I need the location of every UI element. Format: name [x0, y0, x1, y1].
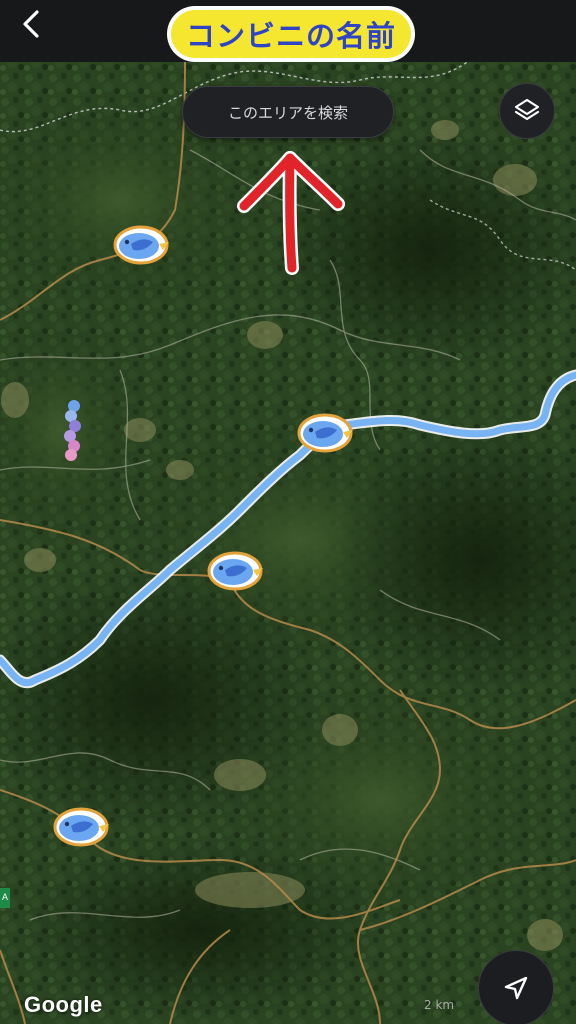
top-bar: コンビニの名前: [0, 0, 576, 62]
side-tab[interactable]: A: [0, 888, 10, 908]
flower-beads-marker[interactable]: [60, 398, 86, 464]
navigate-button[interactable]: [478, 950, 554, 1024]
chevron-left-icon: [23, 10, 39, 38]
store-name-title: コンビニの名前: [171, 10, 411, 58]
red-annotation-arrow: [237, 151, 345, 275]
store-name-title-pill: コンビニの名前: [167, 6, 415, 62]
bird-marker[interactable]: [53, 804, 111, 848]
bird-marker[interactable]: [297, 410, 355, 454]
layers-icon: [514, 98, 540, 121]
google-logo: Google: [24, 992, 103, 1017]
bird-marker[interactable]: [207, 548, 265, 592]
search-this-area-button[interactable]: このエリアを検索: [182, 86, 394, 138]
bird-marker[interactable]: [113, 222, 171, 266]
back-button[interactable]: [12, 4, 52, 44]
navigation-arrow-icon: [504, 976, 528, 1000]
scale-label: 2 km: [424, 998, 455, 1012]
map-screen: コンビニの名前 このエリアを検索 A Google 2 km: [0, 0, 576, 1024]
layers-button[interactable]: [499, 83, 555, 139]
